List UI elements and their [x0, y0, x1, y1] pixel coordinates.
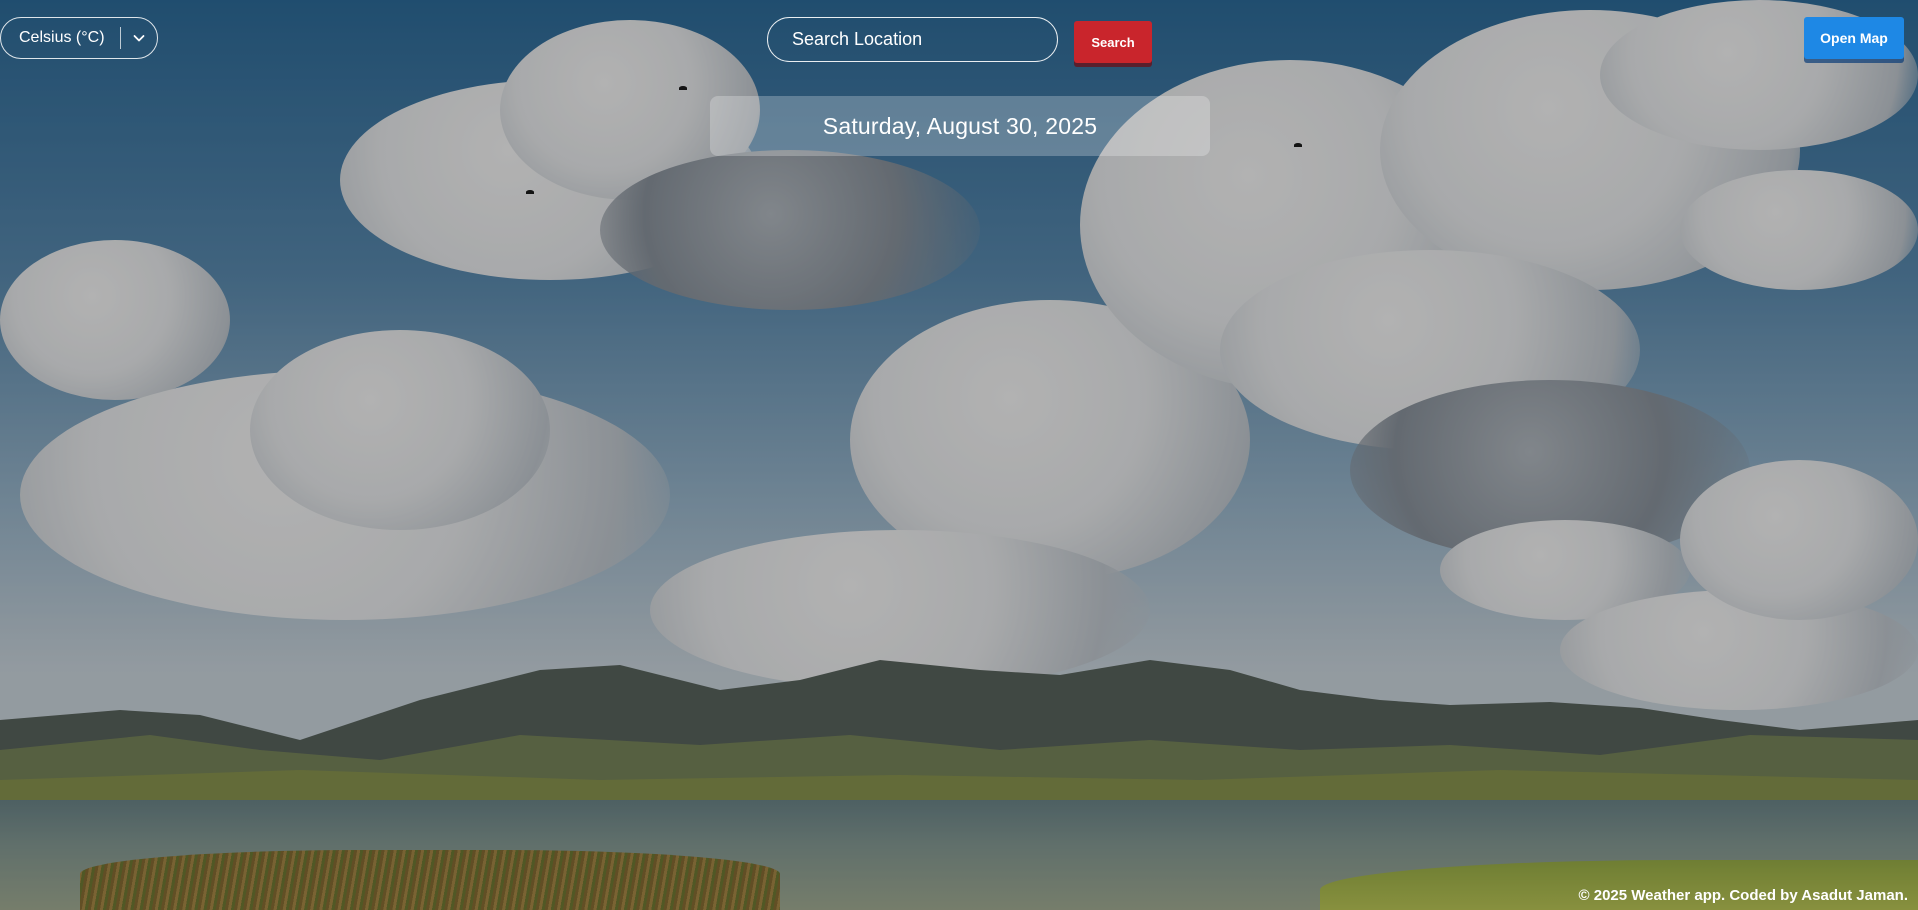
date-panel: Saturday, August 30, 2025: [710, 96, 1210, 156]
unit-select[interactable]: Celsius (°C): [0, 17, 158, 59]
current-date: Saturday, August 30, 2025: [822, 112, 1098, 139]
weather-app: Celsius (°C) Search Open Map Saturday, A…: [0, 0, 1918, 910]
open-map-button[interactable]: Open Map: [1804, 17, 1904, 59]
search-input[interactable]: [767, 17, 1058, 62]
unit-select-divider: [120, 27, 121, 49]
chevron-down-icon: [133, 35, 145, 42]
unit-select-value: Celsius (°C): [19, 29, 105, 46]
footer-credit: © 2025 Weather app. Coded by Asadut Jama…: [1578, 887, 1908, 904]
search-button[interactable]: Search: [1074, 21, 1152, 63]
